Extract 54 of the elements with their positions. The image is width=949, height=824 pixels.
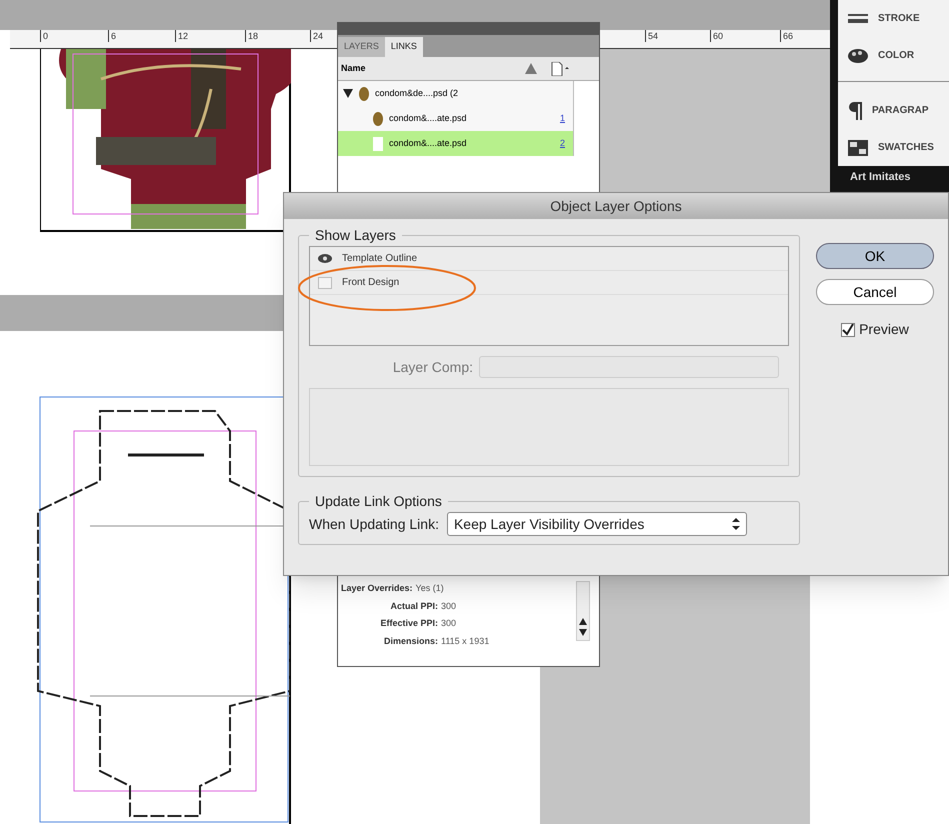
dialog-button[interactable]: OK [816,243,934,269]
preview-checkbox[interactable] [841,322,856,336]
group-title: Show Layers [314,226,397,245]
panel-tab[interactable]: STROKE [878,11,920,26]
image-icon [359,86,369,100]
info-value: 1115 x 1931 [441,634,490,648]
info-value: 300 [441,600,456,612]
paragraph-icon [848,102,862,120]
ruler-label: 0 [40,30,48,42]
image-icon [373,112,383,126]
link-row[interactable]: condom&....ate.psd 2 [338,131,573,156]
checkbox-label: Preview [859,320,909,339]
color-icon [848,48,868,64]
update-link-dropdown[interactable]: Keep Layer Visibility Overrides [446,512,747,536]
panel-tab[interactable]: LINKS [384,37,423,57]
page-number[interactable]: 2 [560,136,565,150]
background-text: Art Imitates [850,170,911,184]
ruler-label: 60 [710,30,724,42]
dialog-button[interactable]: Cancel [816,279,934,305]
stroke-icon [848,12,868,26]
field-label: When Updating Link: [309,514,439,534]
link-name: condom&....ate.psd [389,136,468,150]
layer-name[interactable]: Template Outline [342,251,418,266]
info-label: Actual PPI: [389,600,438,612]
warning-icon [525,63,537,74]
ruler-label: 6 [108,30,116,42]
page-number[interactable]: 1 [560,112,565,126]
panel-tab[interactable]: COLOR [878,48,914,63]
link-name: condom&....ate.psd [389,112,468,125]
ruler-label: 24 [310,30,324,42]
info-label: Layer Overrides: [341,582,413,595]
disclosure-triangle-icon[interactable] [343,89,353,98]
layer-name[interactable]: Front Design [342,275,400,290]
ruler-label: 66 [780,30,794,42]
link-name[interactable]: condom&de....psd (2 [375,86,458,100]
ruler-label: 12 [175,30,188,42]
group-title: Update Link Options [314,492,443,511]
panel-tab[interactable]: LAYERS [338,37,385,57]
ruler-label: 54 [645,30,658,42]
info-label: Dimensions: [382,634,438,648]
dialog-title: Object Layer Options [284,193,948,219]
field-label: Layer Comp: [392,358,473,377]
swatches-icon [848,140,868,156]
link-row[interactable]: condom&....ate.psd 1 [338,106,573,131]
ruler-label: 18 [245,30,258,42]
info-value: 300 [441,617,456,630]
info-value: Yes (1) [416,582,444,595]
scroll-up-icon[interactable] [579,618,587,625]
stepper-icon [732,517,740,531]
info-label: Effective PPI: [379,617,438,630]
panel-tab[interactable]: PARAGRAP [872,103,928,118]
page-icon [551,62,569,76]
scroll-down-icon[interactable] [579,629,587,636]
panel-tab[interactable]: SWATCHES [878,140,934,155]
